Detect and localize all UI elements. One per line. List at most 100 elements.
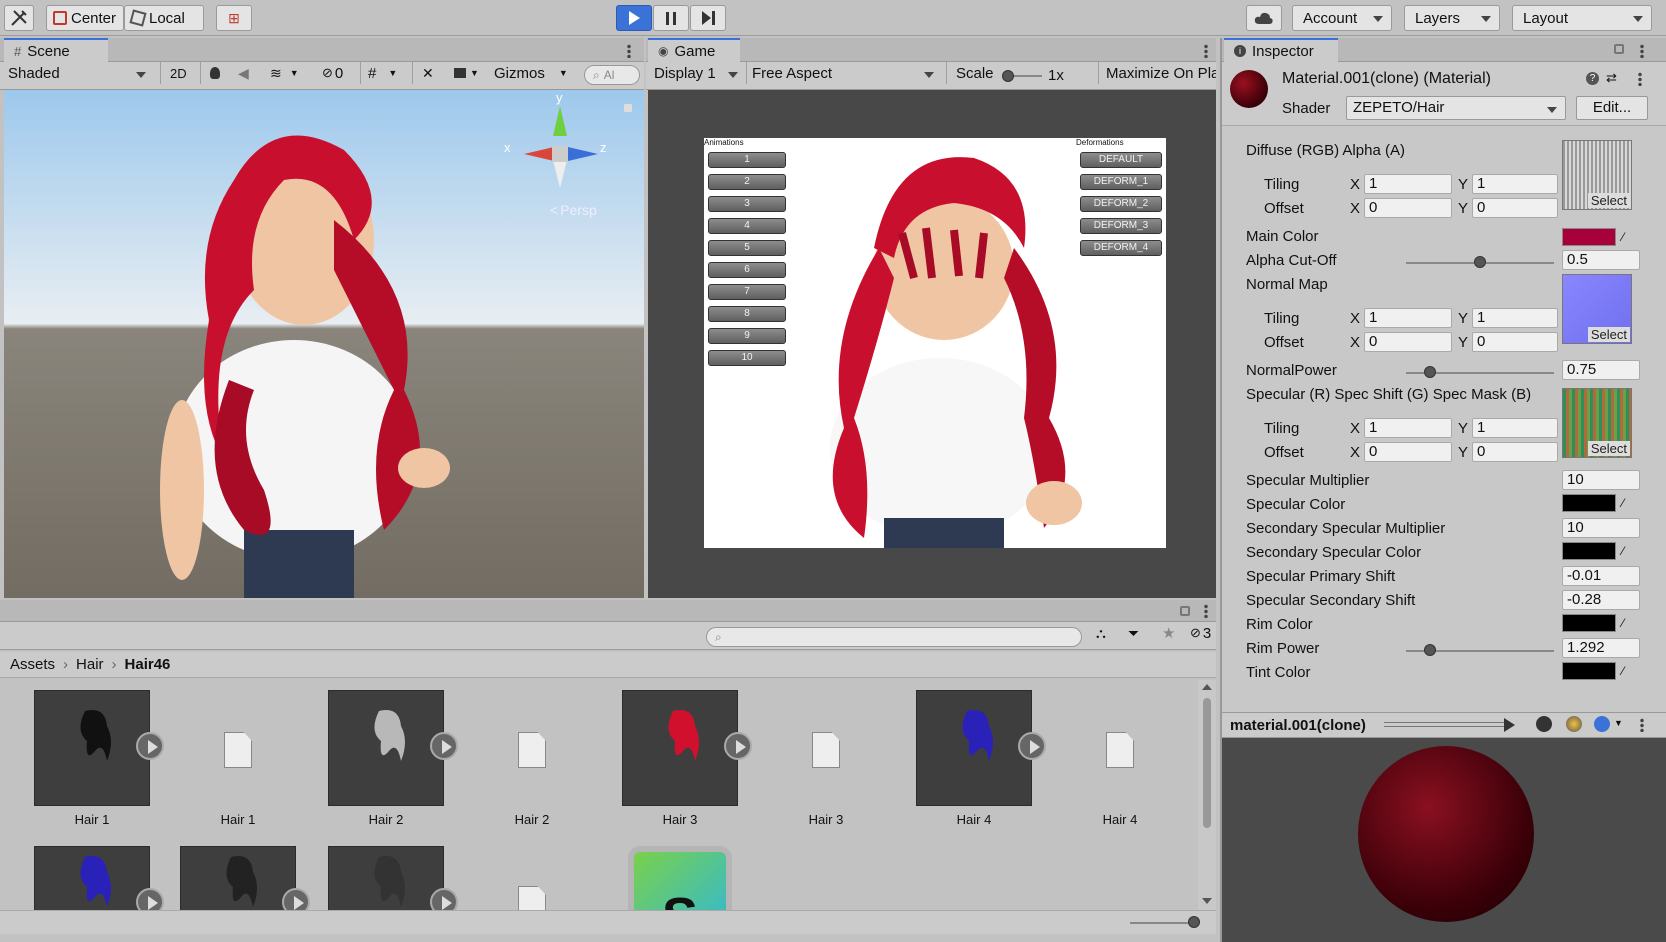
file-icon[interactable] <box>518 886 546 910</box>
play-button[interactable] <box>616 5 652 31</box>
shader-asset-icon[interactable]: S <box>628 846 732 910</box>
asset-thumbnail[interactable] <box>34 690 150 806</box>
diffuse-offset-x[interactable]: 0 <box>1364 198 1452 218</box>
file-icon[interactable] <box>224 732 252 768</box>
preview-sphere-icon[interactable] <box>1594 716 1610 732</box>
preset-icon[interactable]: ⇄ <box>1606 70 1617 86</box>
preview-menu-icon[interactable] <box>1640 718 1644 732</box>
deformation-button[interactable]: DEFORM_3 <box>1080 218 1162 234</box>
eyedropper-icon[interactable]: ⁄ <box>1622 496 1636 510</box>
deformation-button[interactable]: DEFAULT <box>1080 152 1162 168</box>
normal-map-texture-slot[interactable]: Select <box>1562 274 1632 344</box>
step-button[interactable] <box>690 5 726 31</box>
diffuse-tiling-y[interactable]: 1 <box>1472 174 1558 194</box>
chevron-down-icon[interactable] <box>1202 898 1212 904</box>
layout-dropdown[interactable]: Layout <box>1512 5 1652 31</box>
scrollbar-thumb[interactable] <box>1203 698 1211 828</box>
hidden-objects-toggle[interactable]: ⊘ 0 <box>318 62 358 84</box>
preview-drag-handle[interactable] <box>1384 722 1510 727</box>
animation-button[interactable]: 4 <box>708 218 786 234</box>
icon-size-slider-knob[interactable] <box>1188 916 1200 928</box>
file-icon[interactable] <box>1106 732 1134 768</box>
game-canvas[interactable]: Animations 1 2 3 4 5 6 7 8 9 10 Deformations DEFA… <box>704 138 1166 548</box>
play-preview-button[interactable] <box>724 732 752 760</box>
animation-button[interactable]: 6 <box>708 262 786 278</box>
camera-dropdown[interactable]: ▼ <box>450 62 486 84</box>
deformation-button[interactable]: DEFORM_2 <box>1080 196 1162 212</box>
normal-tiling-x[interactable]: 1 <box>1364 308 1452 328</box>
layers-dropdown[interactable]: Layers <box>1404 5 1500 31</box>
preview-play-button[interactable] <box>1504 718 1515 732</box>
icon-size-slider-track[interactable] <box>1130 922 1194 924</box>
breadcrumb-hair46[interactable]: Hair46 <box>125 656 171 673</box>
normal-power-field[interactable]: 0.75 <box>1562 360 1640 380</box>
project-menu-icon[interactable] <box>1204 604 1208 618</box>
asset-thumbnail[interactable] <box>180 846 296 910</box>
specular-texture-slot[interactable]: Select <box>1562 388 1632 458</box>
filter-by-label-button[interactable]: ⏷ <box>1124 622 1148 644</box>
scene-orientation-gizmo[interactable]: y x z <box>504 90 610 196</box>
game-menu-icon[interactable] <box>1204 44 1208 58</box>
secondary-specular-color-swatch[interactable] <box>1562 542 1616 560</box>
eyedropper-icon[interactable]: ⁄ <box>1622 544 1636 558</box>
effects-dropdown[interactable]: ≋ ▼ <box>266 62 312 84</box>
shader-dropdown[interactable]: ZEPETO/Hair <box>1346 96 1566 120</box>
lock-icon[interactable] <box>624 104 632 112</box>
breadcrumb-hair[interactable]: Hair <box>76 656 104 673</box>
preview-light-icon[interactable] <box>1566 716 1582 732</box>
file-icon[interactable] <box>518 732 546 768</box>
deformation-button[interactable]: DEFORM_1 <box>1080 174 1162 190</box>
specular-primary-shift-field[interactable]: -0.01 <box>1562 566 1640 586</box>
animation-button[interactable]: 1 <box>708 152 786 168</box>
specular-secondary-shift-field[interactable]: -0.28 <box>1562 590 1640 610</box>
lock-icon[interactable] <box>1614 44 1624 54</box>
material-preview[interactable] <box>1222 738 1666 942</box>
specular-multiplier-field[interactable]: 10 <box>1562 470 1640 490</box>
rim-power-field[interactable]: 1.292 <box>1562 638 1640 658</box>
audio-toggle[interactable]: ◀ <box>234 62 260 84</box>
asset-thumbnail[interactable] <box>622 690 738 806</box>
tab-scene[interactable]: # Scene <box>4 38 108 62</box>
persp-label[interactable]: < Persp <box>550 202 597 218</box>
tools-button[interactable] <box>4 5 34 31</box>
favorites-button[interactable]: ★ <box>1158 622 1182 644</box>
filter-by-type-button[interactable]: ⛬ <box>1092 622 1116 644</box>
animation-button[interactable]: 8 <box>708 306 786 322</box>
play-preview-button[interactable] <box>430 732 458 760</box>
normal-offset-x[interactable]: 0 <box>1364 332 1452 352</box>
eyedropper-icon[interactable]: ⁄ <box>1622 616 1636 630</box>
game-viewport[interactable]: Animations 1 2 3 4 5 6 7 8 9 10 Deformations DEFA… <box>648 90 1216 598</box>
local-space-button[interactable]: Local <box>124 5 204 31</box>
chevron-up-icon[interactable] <box>1202 684 1212 690</box>
cloud-button[interactable] <box>1246 5 1282 31</box>
normal-power-slider-knob[interactable] <box>1424 366 1436 378</box>
tint-color-swatch[interactable] <box>1562 662 1616 680</box>
hidden-packages-toggle[interactable]: ⊘ 3 <box>1186 622 1220 644</box>
chevron-down-icon[interactable]: ▼ <box>1614 718 1623 728</box>
file-icon[interactable] <box>812 732 840 768</box>
asset-thumbnail[interactable] <box>34 846 150 910</box>
shader-edit-button[interactable]: Edit... <box>1576 96 1648 120</box>
texture-select-button[interactable]: Select <box>1587 193 1630 208</box>
pause-button[interactable] <box>653 5 689 31</box>
play-preview-button[interactable] <box>136 888 164 910</box>
eyedropper-icon[interactable]: ⁄ <box>1622 230 1636 244</box>
inspector-menu-icon[interactable] <box>1640 44 1644 58</box>
scene-menu-icon[interactable] <box>627 44 631 58</box>
animation-button[interactable]: 7 <box>708 284 786 300</box>
maximize-on-play-toggle[interactable]: Maximize On Pla <box>1102 62 1216 84</box>
tab-game[interactable]: ◉ Game <box>648 38 740 62</box>
diffuse-offset-y[interactable]: 0 <box>1472 198 1558 218</box>
texture-select-button[interactable]: Select <box>1587 441 1630 456</box>
animation-button[interactable]: 5 <box>708 240 786 256</box>
play-preview-button[interactable] <box>1018 732 1046 760</box>
material-sphere-icon[interactable] <box>1230 70 1268 108</box>
spec-tiling-y[interactable]: 1 <box>1472 418 1558 438</box>
normal-offset-y[interactable]: 0 <box>1472 332 1558 352</box>
animation-button[interactable]: 10 <box>708 350 786 366</box>
rim-color-swatch[interactable] <box>1562 614 1616 632</box>
breadcrumb-assets[interactable]: Assets <box>10 656 55 673</box>
play-preview-button[interactable] <box>282 888 310 910</box>
animation-button[interactable]: 9 <box>708 328 786 344</box>
deformation-button[interactable]: DEFORM_4 <box>1080 240 1162 256</box>
